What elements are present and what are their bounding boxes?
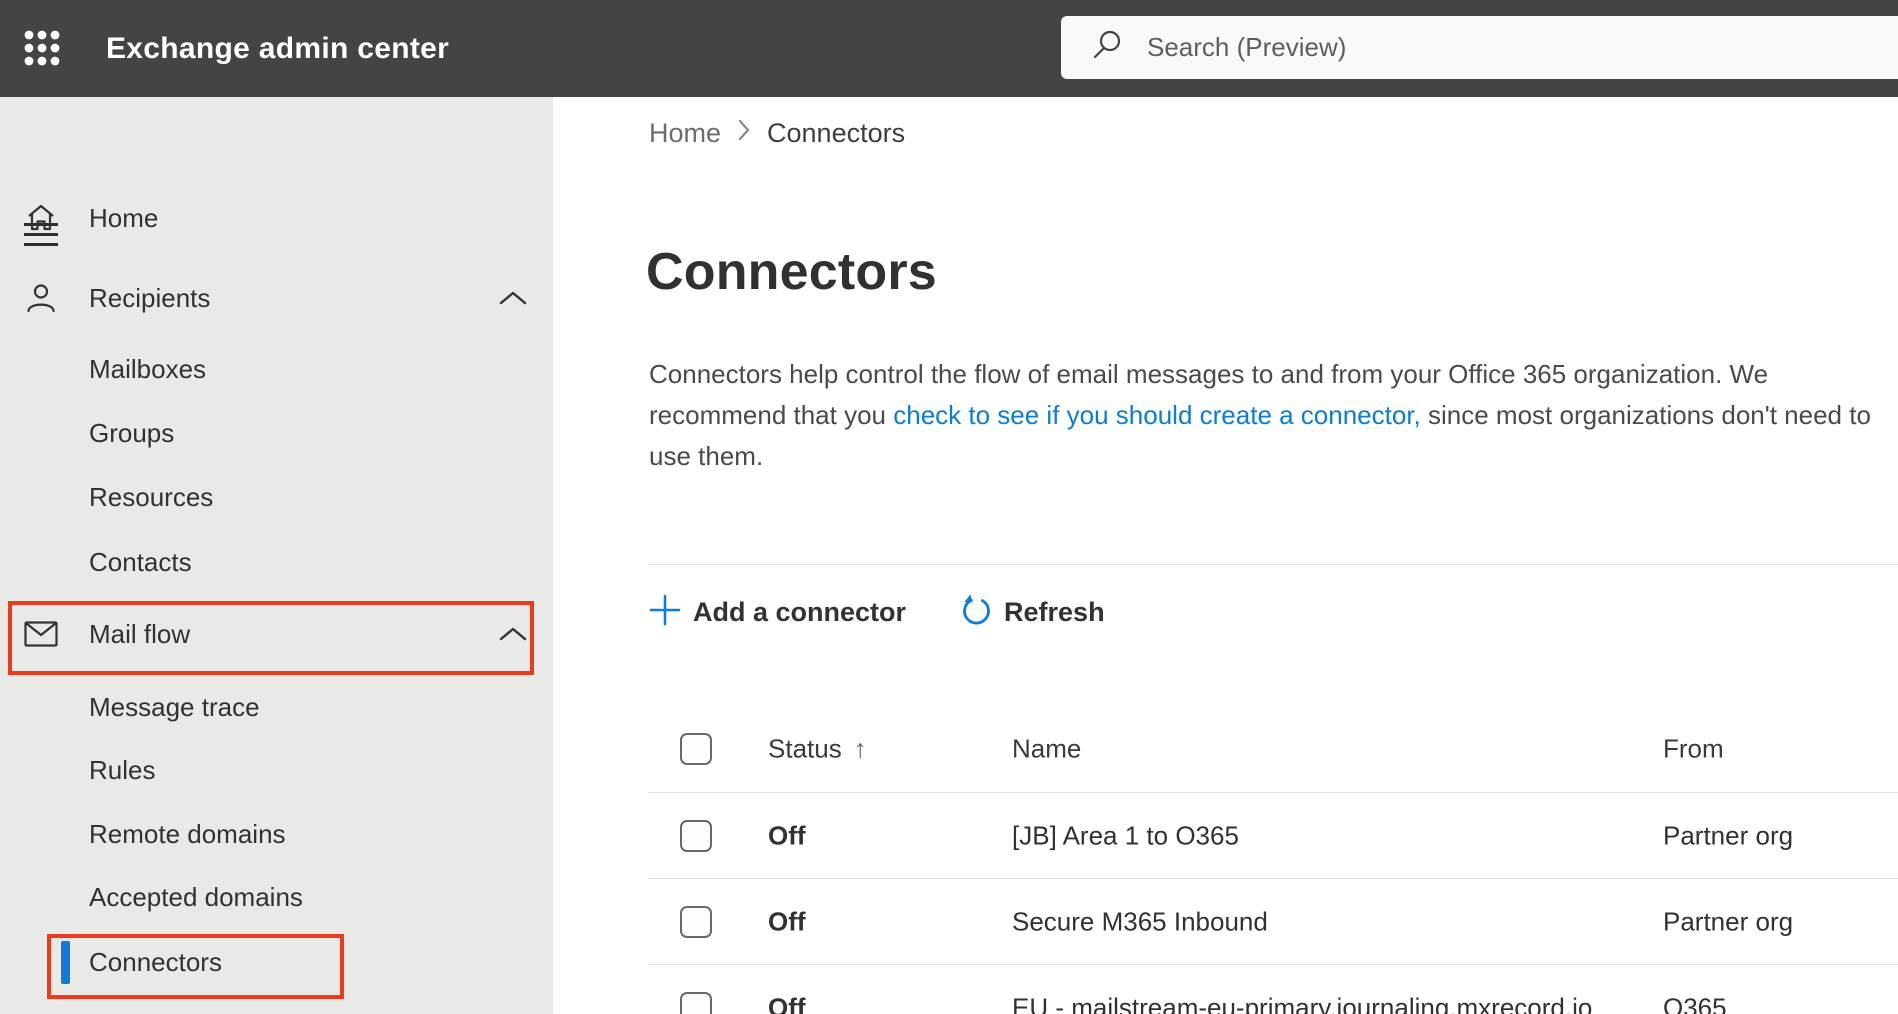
column-header-status[interactable]: Status ↑	[768, 734, 867, 765]
row-name[interactable]: [JB] Area 1 to O365	[1012, 821, 1239, 852]
refresh-button[interactable]: Refresh	[958, 592, 1105, 633]
table-header-row: Status ↑ Name From	[553, 721, 1898, 777]
plus-icon	[649, 594, 681, 631]
sidebar-item-rules[interactable]: Rules	[0, 738, 553, 802]
refresh-label: Refresh	[1004, 596, 1105, 627]
search-icon	[1091, 29, 1123, 66]
breadcrumb: Home Connectors	[649, 117, 905, 150]
sidebar-item-label: Home	[89, 202, 159, 233]
search-box[interactable]	[1061, 16, 1898, 79]
row-name[interactable]: Secure M365 Inbound	[1012, 907, 1268, 938]
table-row[interactable]: Off [JB] Area 1 to O365 Partner org	[553, 808, 1898, 864]
breadcrumb-chevron-icon	[736, 117, 752, 150]
sidebar-item-accepted-domains[interactable]: Accepted domains	[0, 865, 553, 929]
add-connector-label: Add a connector	[693, 596, 907, 627]
row-status: Off	[768, 906, 806, 937]
breadcrumb-home-link[interactable]: Home	[649, 118, 721, 149]
top-app-bar: Exchange admin center	[0, 0, 1898, 97]
sidebar-item-groups[interactable]: Groups	[0, 401, 553, 465]
sidebar-item-label: Resources	[89, 481, 214, 512]
select-all-checkbox[interactable]	[680, 733, 712, 765]
app-title: Exchange admin center	[106, 31, 450, 65]
sidebar-item-label: Groups	[89, 417, 175, 448]
row-status: Off	[768, 992, 806, 1014]
chevron-up-icon[interactable]	[498, 289, 528, 307]
sidebar-item-label: Mailboxes	[89, 353, 207, 384]
create-connector-check-link[interactable]: check to see if you should create a conn…	[893, 400, 1421, 430]
row-checkbox[interactable]	[680, 820, 712, 852]
table-row-divider	[648, 878, 1898, 879]
sidebar-item-mailboxes[interactable]: Mailboxes	[0, 337, 553, 401]
sidebar-item-home[interactable]: Home	[0, 186, 553, 250]
mail-icon	[24, 617, 58, 651]
sidebar-item-label: Remote domains	[89, 818, 286, 849]
sidebar-item-label: Message trace	[89, 691, 260, 722]
home-icon	[24, 201, 58, 235]
person-icon	[24, 281, 58, 315]
page-title: Connectors	[646, 243, 937, 301]
table-row[interactable]: Off Secure M365 Inbound Partner org	[553, 894, 1898, 950]
sidebar-item-label: Accepted domains	[89, 881, 303, 912]
command-bar: Add a connector Refresh	[649, 586, 1105, 638]
refresh-icon	[958, 592, 994, 633]
sidebar-item-remote-domains[interactable]: Remote domains	[0, 802, 553, 866]
sidebar-item-label: Rules	[89, 754, 156, 785]
sidebar-item-connectors[interactable]: Connectors	[0, 930, 553, 994]
sidebar-item-resources[interactable]: Resources	[0, 465, 553, 529]
chevron-up-icon[interactable]	[498, 625, 528, 643]
sidebar-item-label: Recipients	[89, 282, 211, 313]
main-content	[553, 97, 1898, 1014]
app-launcher-waffle-icon[interactable]	[18, 24, 66, 72]
table-row[interactable]: Off EU - mailstream-eu-primary.journalin…	[553, 980, 1898, 1014]
page-description: Connectors help control the flow of emai…	[649, 354, 1884, 477]
row-from: O365	[1663, 992, 1727, 1014]
row-status: Off	[768, 820, 806, 851]
table-row-divider	[648, 964, 1898, 965]
column-header-status-label: Status	[768, 733, 842, 764]
row-name[interactable]: EU - mailstream-eu-primary.journaling.mx…	[1012, 993, 1592, 1014]
breadcrumb-current: Connectors	[767, 118, 906, 148]
sidebar-item-label: Contacts	[89, 546, 192, 577]
add-connector-button[interactable]: Add a connector	[649, 594, 906, 631]
column-header-from[interactable]: From	[1663, 734, 1724, 765]
sidebar-item-recipients[interactable]: Recipients	[0, 266, 553, 330]
toolbar-top-divider	[648, 564, 1898, 565]
sidebar-item-label: Connectors	[89, 946, 222, 977]
row-from: Partner org	[1663, 906, 1794, 937]
sidebar-item-contacts[interactable]: Contacts	[0, 530, 553, 594]
sort-ascending-icon: ↑	[853, 733, 867, 764]
column-header-name[interactable]: Name	[1012, 734, 1081, 765]
table-header-divider	[648, 792, 1898, 793]
sidebar-item-mail-flow[interactable]: Mail flow	[0, 602, 553, 666]
row-from: Partner org	[1663, 820, 1794, 851]
sidebar-item-label: Mail flow	[89, 618, 191, 649]
row-checkbox[interactable]	[680, 906, 712, 938]
row-checkbox[interactable]	[680, 992, 712, 1014]
selected-item-indicator	[61, 941, 70, 984]
sidebar-item-message-trace[interactable]: Message trace	[0, 675, 553, 739]
search-input[interactable]	[1147, 32, 1747, 63]
